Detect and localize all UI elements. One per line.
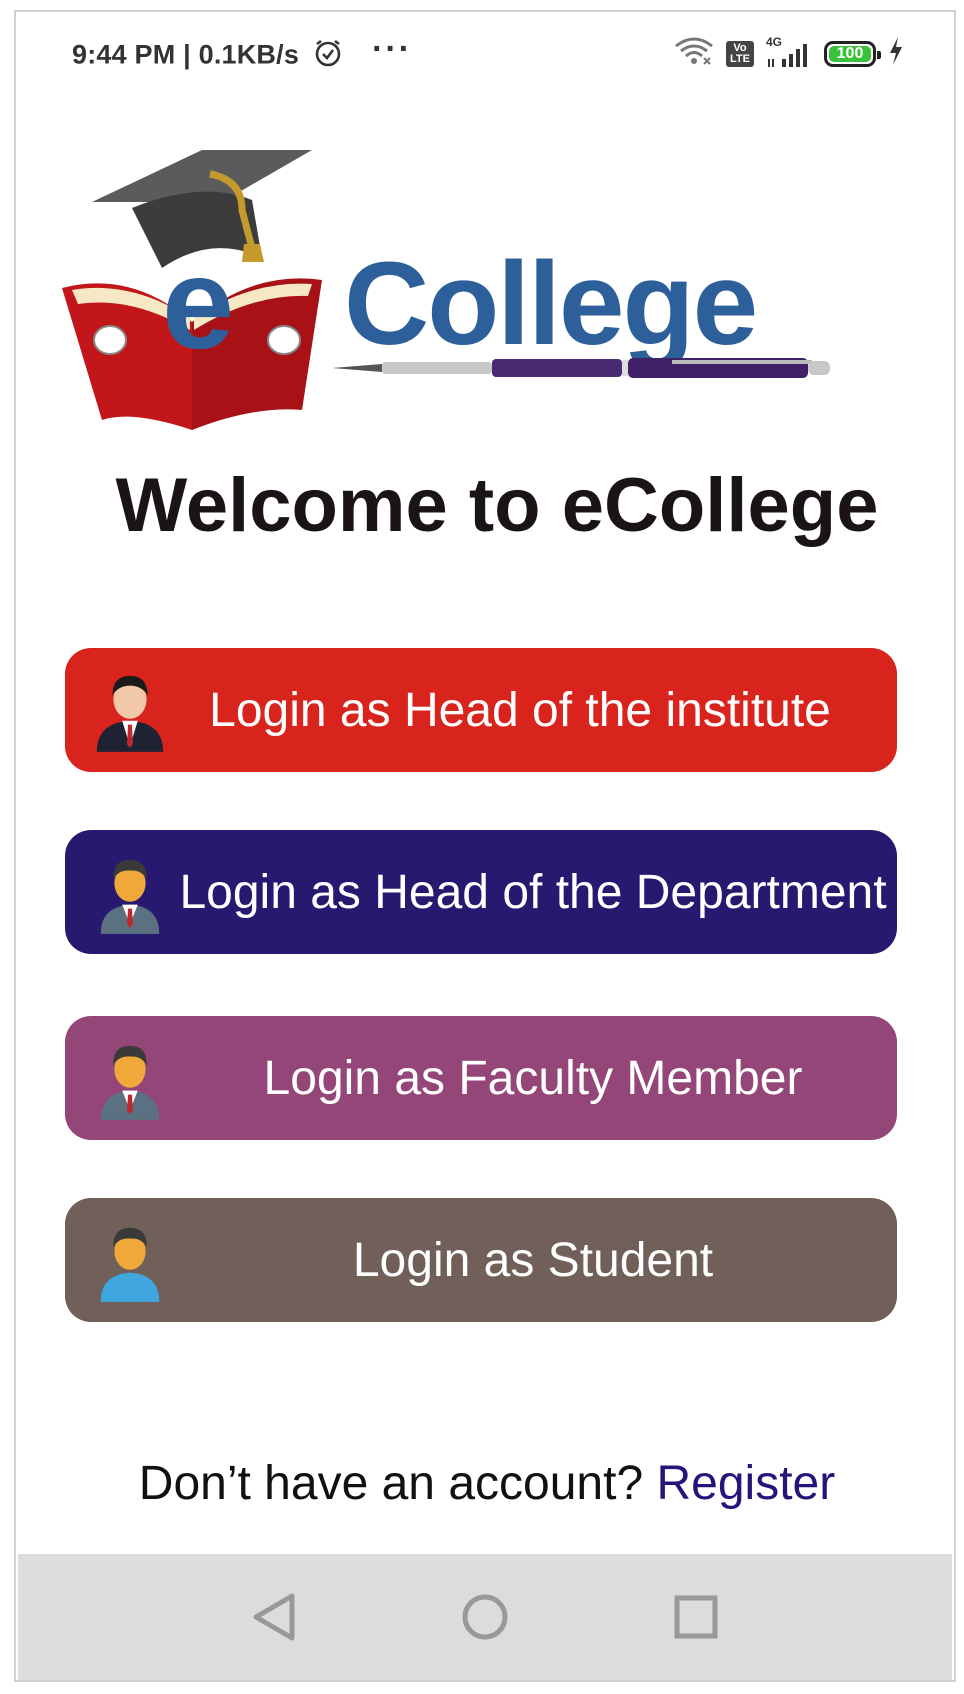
executive-avatar-icon (96, 675, 164, 752)
recents-icon[interactable] (666, 1587, 726, 1647)
login-head-of-department-label: Login as Head of the Department (179, 865, 887, 919)
status-right: Vo LTE 4G 100 (674, 35, 904, 71)
login-faculty-member-label: Login as Faculty Member (263, 1051, 803, 1105)
time-and-speed: 9:44 PM | 0.1KB/s (72, 39, 300, 70)
volte-badge: Vo LTE (726, 40, 754, 67)
login-head-of-institute-label: Login as Head of the institute (209, 683, 831, 737)
home-icon[interactable] (455, 1587, 515, 1647)
register-prompt: Don’t have an account? Register (0, 1456, 964, 1511)
battery-indicator: 100 (824, 40, 881, 67)
student-avatar-icon (100, 1227, 160, 1302)
faculty-avatar-icon (100, 1045, 160, 1120)
register-link[interactable]: Register (656, 1457, 835, 1510)
login-head-of-department-button[interactable]: Login as Head of the Department (65, 830, 897, 954)
alarm-icon (313, 38, 343, 75)
wifi-icon (674, 36, 714, 71)
manager-avatar-icon (100, 859, 160, 934)
login-student-label: Login as Student (352, 1233, 714, 1287)
register-prompt-text: Don’t have an account? (138, 1457, 657, 1510)
charging-icon (888, 37, 904, 70)
status-left: 9:44 PM | 0.1KB/s (72, 38, 343, 75)
logo-letter-e: e (162, 230, 235, 376)
battery-percent: 100 (836, 44, 864, 62)
login-faculty-member-button[interactable]: Login as Faculty Member (65, 1016, 897, 1140)
back-icon[interactable] (244, 1587, 304, 1647)
status-overflow-dots: ··· (372, 30, 412, 68)
system-navigation-bar (18, 1554, 952, 1680)
signal-icon: 4G (766, 35, 812, 69)
ecollege-logo: e College (62, 150, 842, 440)
pen-icon (332, 358, 830, 378)
welcome-title: Welcome to eCollege (115, 463, 879, 548)
status-bar: 9:44 PM | 0.1KB/s ··· Vo LTE 4G 100 (72, 30, 904, 74)
login-student-button[interactable]: Login as Student (65, 1198, 897, 1322)
login-head-of-institute-button[interactable]: Login as Head of the institute (65, 648, 897, 772)
